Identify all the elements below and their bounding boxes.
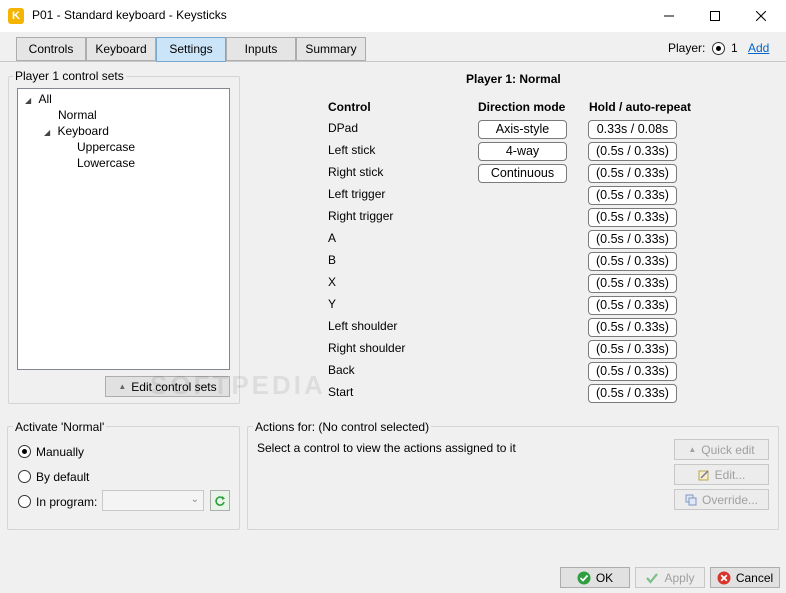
apply-check-icon [646,572,659,584]
watermark: SOFTPEDIA [150,370,326,400]
tab-summary[interactable]: Summary [296,37,366,61]
maximize-button[interactable] [692,0,738,32]
button-label: Cancel [735,570,774,585]
close-icon [756,11,766,21]
hold-autorepeat-button[interactable]: (0.5s / 0.33s) [588,252,677,271]
hold-autorepeat-button[interactable]: (0.5s / 0.33s) [588,340,677,359]
control-label: Right trigger [328,209,394,223]
tree-item-keyboard[interactable]: ◢ Keyboard [44,124,109,138]
close-button[interactable] [738,0,784,32]
manually-label: Manually [36,445,85,459]
hold-autorepeat-button[interactable]: (0.5s / 0.33s) [588,384,677,403]
control-label: Back [328,363,355,377]
tree-label: All [38,92,52,106]
control-label: Left trigger [328,187,386,201]
control-label: Right shoulder [328,341,406,355]
direction-mode-button[interactable]: 4-way [478,142,567,161]
hold-autorepeat-button[interactable]: (0.5s / 0.33s) [588,362,677,381]
header-direction-mode: Direction mode [478,100,566,114]
tree-item-uppercase[interactable]: Uppercase [77,140,135,154]
hold-autorepeat-button[interactable]: (0.5s / 0.33s) [588,318,677,337]
refresh-icon [215,495,225,506]
hold-autorepeat-button[interactable]: (0.5s / 0.33s) [588,274,677,293]
control-label: Left shoulder [328,319,398,333]
ok-check-icon [577,571,591,584]
window-title: P01 - Standard keyboard - Keysticks [32,8,227,22]
quick-edit-button[interactable]: ▲ Quick edit [674,439,769,460]
player-radio[interactable] [712,42,725,55]
in-program-radio[interactable] [18,495,31,508]
activate-title: Activate 'Normal' [13,420,107,434]
hold-autorepeat-button[interactable]: (0.5s / 0.33s) [588,230,677,249]
hold-autorepeat-button[interactable]: (0.5s / 0.33s) [588,164,677,183]
tree-label: Keyboard [57,124,109,138]
app-icon: K [8,8,24,24]
cancel-x-icon [717,571,731,584]
edit-icon [698,469,709,480]
direction-mode-button[interactable]: Axis-style [478,120,567,139]
eject-icon: ▲ [118,382,127,391]
control-label: Right stick [328,165,384,179]
ok-button[interactable]: OK [560,567,630,588]
by-default-label: By default [36,470,90,484]
direction-mode-button[interactable]: Continuous [478,164,567,183]
tree-item-lowercase[interactable]: Lowercase [77,156,135,170]
in-program-label: In program: [36,495,98,509]
button-label: Override... [701,492,758,507]
header-control: Control [328,100,371,114]
add-player-link[interactable]: Add [748,41,769,55]
tab-controls[interactable]: Controls [16,37,86,61]
control-label: B [328,253,337,267]
control-label: X [328,275,337,289]
tab-keyboard[interactable]: Keyboard [86,37,156,61]
minimize-icon [664,15,674,17]
hold-autorepeat-button[interactable]: (0.5s / 0.33s) [588,296,677,315]
panel-title: Player 1: Normal [466,72,561,86]
eject-icon: ▲ [688,445,697,454]
actions-message: Select a control to view the actions ass… [257,441,516,455]
control-label: Y [328,297,337,311]
manually-radio[interactable] [18,445,31,458]
cancel-button[interactable]: Cancel [710,567,780,588]
header-hold-autorepeat: Hold / auto-repeat [589,100,692,114]
override-icon [685,494,697,505]
control-label: DPad [328,121,359,135]
tab-inputs[interactable]: Inputs [226,37,296,61]
tree-label: Lowercase [77,156,136,170]
button-label: Edit... [714,467,746,482]
refresh-button[interactable] [210,490,230,511]
control-label: A [328,231,337,245]
apply-button[interactable]: Apply [635,567,705,588]
override-button[interactable]: Override... [674,489,769,510]
tab-divider [0,61,786,62]
control-label: Left stick [328,143,376,157]
control-sets-tree[interactable]: ◢ All Normal ◢ Keyboard Uppercase Lowerc… [17,88,230,370]
expand-triangle-icon[interactable]: ◢ [25,96,31,105]
tab-settings[interactable]: Settings [156,37,226,62]
control-sets-title: Player 1 control sets [13,69,126,83]
actions-title: Actions for: (No control selected) [253,420,432,434]
by-default-radio[interactable] [18,470,31,483]
tree-item-normal[interactable]: Normal [58,108,97,122]
tree-label: Uppercase [77,140,136,154]
expand-triangle-icon[interactable]: ◢ [44,128,50,137]
control-label: Start [328,385,354,399]
player-label: Player: [668,41,706,55]
hold-autorepeat-button[interactable]: (0.5s / 0.33s) [588,186,677,205]
hold-autorepeat-button[interactable]: (0.5s / 0.33s) [588,142,677,161]
chevron-down-icon: ⌄ [190,494,199,505]
minimize-button[interactable] [646,0,692,32]
hold-autorepeat-button[interactable]: (0.5s / 0.33s) [588,208,677,227]
maximize-icon [710,11,720,21]
button-label: Apply [664,570,695,585]
tree-label: Normal [58,108,97,122]
button-label: OK [595,570,614,585]
tree-item-all[interactable]: ◢ All [25,92,52,106]
button-label: Quick edit [701,442,755,457]
player-number: 1 [731,41,738,55]
edit-actions-button[interactable]: Edit... [674,464,769,485]
program-select[interactable]: ⌄ [102,490,204,511]
hold-autorepeat-button[interactable]: 0.33s / 0.08s [588,120,677,139]
